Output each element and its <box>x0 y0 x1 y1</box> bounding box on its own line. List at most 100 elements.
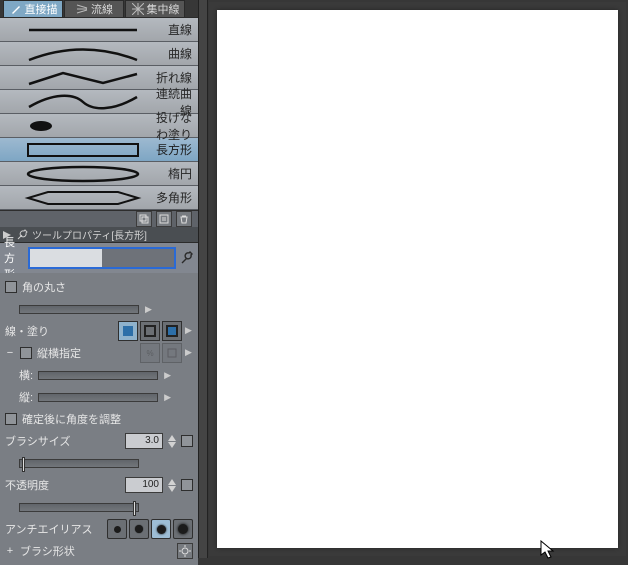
antialias-label: アンチエイリアス <box>5 521 93 537</box>
corner-radius-checkbox[interactable] <box>5 281 17 293</box>
row-brush-size: ブラシサイズ 3.0 <box>5 430 193 452</box>
ellipse-preview-icon <box>20 164 145 184</box>
aspect-w-slider[interactable] <box>38 371 158 380</box>
row-opacity-slider <box>5 496 193 518</box>
brush-size-field[interactable]: 3.0 <box>125 433 163 449</box>
polygon-preview-icon <box>20 188 145 208</box>
rect-preview-icon <box>20 140 145 160</box>
aa-medium[interactable] <box>151 519 171 539</box>
aspect-more-button[interactable]: ▶ <box>184 343 193 361</box>
shape-label: 直線 <box>145 21 192 38</box>
tool-panel: 直接描 流線 集中線 直線 曲線 折れ線 連続曲線 投げなわ塗り <box>0 0 198 558</box>
brush-shape-settings-button[interactable] <box>177 543 193 559</box>
shape-label: 楕円 <box>145 165 192 182</box>
aa-strong[interactable] <box>173 519 193 539</box>
contcurve-preview-icon <box>20 92 145 112</box>
aa-weak[interactable] <box>129 519 149 539</box>
row-opacity: 不透明度 100 <box>5 474 193 496</box>
shape-label: 折れ線 <box>145 69 192 86</box>
aspect-h-slider[interactable] <box>38 393 158 402</box>
aspect-label: 縦横指定 <box>37 345 81 361</box>
subtool-tabs: 直接描 流線 集中線 <box>0 0 198 17</box>
row-corner-radius: 角の丸さ <box>5 276 193 298</box>
shape-polygon[interactable]: 多角形 <box>0 186 198 210</box>
tool-property-title: ツールプロパティ[長方形] <box>32 227 147 242</box>
aa-none[interactable] <box>107 519 127 539</box>
tab-stream-lines[interactable]: 流線 <box>64 0 124 17</box>
swatch-bg <box>102 249 174 267</box>
aspect-expander[interactable]: − <box>5 347 15 359</box>
pencil-icon <box>9 2 23 16</box>
opacity-label: 不透明度 <box>5 477 49 493</box>
duplicate-subtool-button[interactable] <box>136 211 152 227</box>
shape-line[interactable]: 直線 <box>0 18 198 42</box>
shape-ellipse[interactable]: 楕円 <box>0 162 198 186</box>
opacity-slider[interactable] <box>19 503 139 512</box>
fill-mode-line-only[interactable] <box>140 321 160 341</box>
polyline-preview-icon <box>20 68 145 88</box>
aspect-checkbox[interactable] <box>20 347 32 359</box>
row-aspect-h: 縦: ▶ <box>5 386 193 408</box>
shape-curve[interactable]: 曲線 <box>0 42 198 66</box>
brush-size-slider[interactable] <box>19 459 139 468</box>
shape-lasso-fill[interactable]: 投げなわ塗り <box>0 114 198 138</box>
tab-direct-draw[interactable]: 直接描 <box>3 0 63 17</box>
aspect-mode-fixed[interactable] <box>162 343 182 363</box>
row-corner-slider: ▶ <box>5 298 193 320</box>
opacity-dynamics-toggle[interactable] <box>181 479 193 491</box>
brush-shape-expander[interactable]: + <box>5 545 15 557</box>
swatch-fg <box>30 249 102 267</box>
opacity-field[interactable]: 100 <box>125 477 163 493</box>
corner-radius-slider[interactable] <box>19 305 139 314</box>
curve-preview-icon <box>20 44 145 64</box>
aspect-h-label: 縦: <box>19 389 33 405</box>
subtool-actions <box>0 210 198 227</box>
aspect-h-more-button[interactable]: ▶ <box>163 388 172 406</box>
shape-label: 多角形 <box>145 189 192 206</box>
canvas-viewport <box>209 2 626 556</box>
row-brush-size-slider <box>5 452 193 474</box>
panel-resize-handle[interactable] <box>198 0 208 558</box>
aspect-w-label: 横: <box>19 367 33 383</box>
stream-icon <box>75 2 89 16</box>
tab-label: 直接描 <box>25 1 58 17</box>
properties-panel: 角の丸さ ▶ 線・塗り ▶ − 縦横指定 % ▶ 横 <box>0 273 198 565</box>
angle-after-label: 確定後に角度を調整 <box>22 411 121 427</box>
lasso-preview-icon <box>20 116 145 136</box>
shape-list: 直線 曲線 折れ線 連続曲線 投げなわ塗り 長方形 楕円 多角形 <box>0 17 198 210</box>
shape-label: 長方形 <box>145 141 192 158</box>
canvas[interactable] <box>217 10 618 548</box>
tab-focus-lines[interactable]: 集中線 <box>125 0 185 17</box>
shape-swatch-row: 長方形 <box>0 243 198 273</box>
brush-size-dynamics-toggle[interactable] <box>181 435 193 447</box>
fill-mode-fill-only[interactable] <box>118 321 138 341</box>
burst-icon <box>131 2 145 16</box>
opacity-stepper[interactable] <box>168 479 176 492</box>
row-brush-shape: + ブラシ形状 <box>5 540 193 562</box>
brush-shape-label: ブラシ形状 <box>20 543 75 559</box>
tab-label: 流線 <box>91 1 113 17</box>
tool-property-header: ツールプロパティ[長方形] <box>0 227 198 243</box>
line-fill-label: 線・塗り <box>5 323 49 339</box>
brush-size-stepper[interactable] <box>168 435 176 448</box>
brush-size-label: ブラシサイズ <box>5 433 70 449</box>
svg-text:%: % <box>146 349 153 358</box>
line-preview-icon <box>20 20 145 40</box>
row-line-fill: 線・塗り ▶ <box>5 320 193 342</box>
wrench-options-icon[interactable] <box>180 250 194 266</box>
shape-label: 曲線 <box>145 45 192 62</box>
shape-rectangle[interactable]: 長方形 <box>0 138 198 162</box>
corner-radius-more-button[interactable]: ▶ <box>144 300 153 318</box>
aspect-w-more-button[interactable]: ▶ <box>163 366 172 384</box>
row-aspect-w: 横: ▶ <box>5 364 193 386</box>
color-swatch[interactable] <box>28 247 176 269</box>
fill-mode-line-and-fill[interactable] <box>162 321 182 341</box>
subtool-menu-button[interactable] <box>156 211 172 227</box>
angle-after-checkbox[interactable] <box>5 413 17 425</box>
delete-subtool-button[interactable] <box>176 211 192 227</box>
row-aspect: − 縦横指定 % ▶ <box>5 342 193 364</box>
shape-label: 投げなわ塗り <box>145 109 192 143</box>
row-angle-after: 確定後に角度を調整 <box>5 408 193 430</box>
aspect-mode-ratio[interactable]: % <box>140 343 160 363</box>
line-fill-more-button[interactable]: ▶ <box>184 321 193 339</box>
